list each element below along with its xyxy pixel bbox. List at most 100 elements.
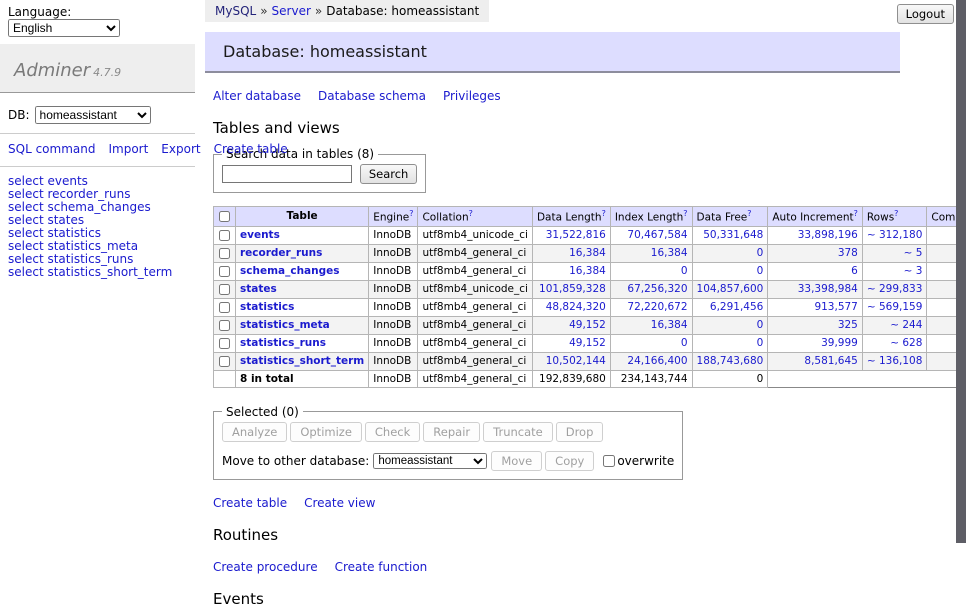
- sidebar-link-select-statistics[interactable]: select statistics: [8, 226, 101, 240]
- table-link-schema-changes[interactable]: schema_changes: [240, 265, 340, 277]
- overwrite-checkbox[interactable]: [603, 455, 615, 467]
- action-link-privileges[interactable]: Privileges: [443, 89, 501, 103]
- auto-increment-link[interactable]: 33,398,984: [798, 283, 858, 295]
- help-icon[interactable]: ?: [409, 209, 413, 218]
- table-link-statistics-short-term[interactable]: statistics_short_term: [240, 355, 364, 367]
- analyze-button[interactable]: Analyze: [222, 422, 287, 442]
- help-icon[interactable]: ?: [469, 209, 473, 218]
- drop-button[interactable]: Drop: [556, 422, 604, 442]
- index-length-link[interactable]: 0: [681, 265, 688, 277]
- rows-link[interactable]: ~ 569,159: [867, 301, 923, 313]
- truncate-button[interactable]: Truncate: [483, 422, 553, 442]
- rows-link[interactable]: ~ 299,833: [867, 283, 923, 295]
- breadcrumb-server-link[interactable]: Server: [272, 4, 311, 18]
- index-length-link[interactable]: 67,256,320: [627, 283, 687, 295]
- search-input[interactable]: [222, 165, 352, 183]
- auto-increment-link[interactable]: 913,577: [814, 301, 857, 313]
- move-button[interactable]: Move: [491, 451, 542, 471]
- move-db-select[interactable]: homeassistant: [373, 453, 487, 469]
- sidebar-link-select-schema-changes[interactable]: select schema_changes: [8, 200, 151, 214]
- index-length-link[interactable]: 0: [681, 337, 688, 349]
- index-length-link[interactable]: 70,467,584: [627, 229, 687, 241]
- data-free-link[interactable]: 0: [757, 247, 764, 259]
- rows-link[interactable]: ~ 3: [904, 265, 923, 277]
- index-length-link[interactable]: 16,384: [651, 247, 688, 259]
- sidebar-link-create-table[interactable]: Create table: [214, 142, 288, 156]
- table-link-statistics-meta[interactable]: statistics_meta: [240, 319, 330, 331]
- create-link-create-view[interactable]: Create view: [304, 496, 375, 510]
- routine-link-create-function[interactable]: Create function: [335, 560, 428, 574]
- help-icon[interactable]: ?: [683, 209, 687, 218]
- rows-link[interactable]: ~ 5: [904, 247, 923, 259]
- language-select[interactable]: English: [8, 19, 120, 37]
- data-free-link[interactable]: 6,291,456: [710, 301, 763, 313]
- data-length-link[interactable]: 49,152: [569, 337, 606, 349]
- index-length-link[interactable]: 16,384: [651, 319, 688, 331]
- data-free-link[interactable]: 188,743,680: [697, 355, 764, 367]
- help-icon[interactable]: ?: [854, 209, 858, 218]
- logout-button[interactable]: Logout: [897, 4, 954, 24]
- data-free-link[interactable]: 0: [757, 337, 764, 349]
- auto-increment-link[interactable]: 33,898,196: [798, 229, 858, 241]
- help-icon[interactable]: ?: [602, 209, 606, 218]
- table-link-states[interactable]: states: [240, 283, 277, 295]
- data-length-link[interactable]: 31,522,816: [546, 229, 606, 241]
- action-link-alter-database[interactable]: Alter database: [213, 89, 301, 103]
- data-length-link[interactable]: 10,502,144: [546, 355, 606, 367]
- action-link-database-schema[interactable]: Database schema: [318, 89, 426, 103]
- row-checkbox[interactable]: [219, 302, 230, 313]
- row-checkbox[interactable]: [219, 248, 230, 259]
- data-free-link[interactable]: 0: [757, 265, 764, 277]
- data-length-link[interactable]: 16,384: [569, 265, 606, 277]
- sidebar-link-select-statistics-short-term[interactable]: select statistics_short_term: [8, 265, 172, 279]
- sidebar-link-select-statistics-runs[interactable]: select statistics_runs: [8, 252, 133, 266]
- index-length-link[interactable]: 72,220,672: [627, 301, 687, 313]
- copy-button[interactable]: Copy: [545, 451, 594, 471]
- db-select[interactable]: homeassistant: [35, 106, 151, 124]
- select-all-checkbox[interactable]: [219, 211, 230, 222]
- sidebar-link-select-statistics-meta[interactable]: select statistics_meta: [8, 239, 138, 253]
- row-checkbox[interactable]: [219, 284, 230, 295]
- row-checkbox[interactable]: [219, 356, 230, 367]
- rows-link[interactable]: ~ 244: [890, 319, 922, 331]
- check-button[interactable]: Check: [365, 422, 420, 442]
- table-link-statistics-runs[interactable]: statistics_runs: [240, 337, 326, 349]
- sidebar-link-select-events[interactable]: select events: [8, 174, 88, 188]
- rows-link[interactable]: ~ 312,180: [867, 229, 923, 241]
- data-length-link[interactable]: 49,152: [569, 319, 606, 331]
- data-length-link[interactable]: 101,859,328: [539, 283, 606, 295]
- data-free-link[interactable]: 0: [757, 319, 764, 331]
- data-free-link[interactable]: 104,857,600: [697, 283, 764, 295]
- data-length-link[interactable]: 16,384: [569, 247, 606, 259]
- row-checkbox[interactable]: [219, 230, 230, 241]
- auto-increment-link[interactable]: 325: [838, 319, 858, 331]
- table-link-events[interactable]: events: [240, 229, 280, 241]
- rows-link[interactable]: ~ 136,108: [867, 355, 923, 367]
- auto-increment-link[interactable]: 39,999: [821, 337, 858, 349]
- table-link-recorder-runs[interactable]: recorder_runs: [240, 247, 322, 259]
- row-checkbox[interactable]: [219, 320, 230, 331]
- scrollbar-thumb[interactable]: [956, 0, 966, 543]
- repair-button[interactable]: Repair: [423, 422, 480, 442]
- sidebar-link-import[interactable]: Import: [108, 142, 148, 156]
- breadcrumb-mysql-link[interactable]: MySQL: [215, 4, 256, 18]
- search-button[interactable]: Search: [360, 164, 418, 184]
- sidebar-link-export[interactable]: Export: [161, 142, 200, 156]
- index-length-link[interactable]: 24,166,400: [627, 355, 687, 367]
- auto-increment-link[interactable]: 8,581,645: [804, 355, 857, 367]
- sidebar-link-select-recorder-runs[interactable]: select recorder_runs: [8, 187, 131, 201]
- rows-link[interactable]: ~ 628: [890, 337, 922, 349]
- scrollbar[interactable]: [956, 0, 966, 543]
- app-name[interactable]: Adminer: [14, 60, 90, 81]
- row-checkbox[interactable]: [219, 338, 230, 349]
- row-checkbox[interactable]: [219, 266, 230, 277]
- create-link-create-table[interactable]: Create table: [213, 496, 287, 510]
- help-icon[interactable]: ?: [747, 209, 751, 218]
- auto-increment-link[interactable]: 6: [851, 265, 858, 277]
- auto-increment-link[interactable]: 378: [838, 247, 858, 259]
- optimize-button[interactable]: Optimize: [290, 422, 362, 442]
- data-length-link[interactable]: 48,824,320: [546, 301, 606, 313]
- sidebar-link-sql-command[interactable]: SQL command: [8, 142, 95, 156]
- routine-link-create-procedure[interactable]: Create procedure: [213, 560, 318, 574]
- help-icon[interactable]: ?: [894, 209, 898, 218]
